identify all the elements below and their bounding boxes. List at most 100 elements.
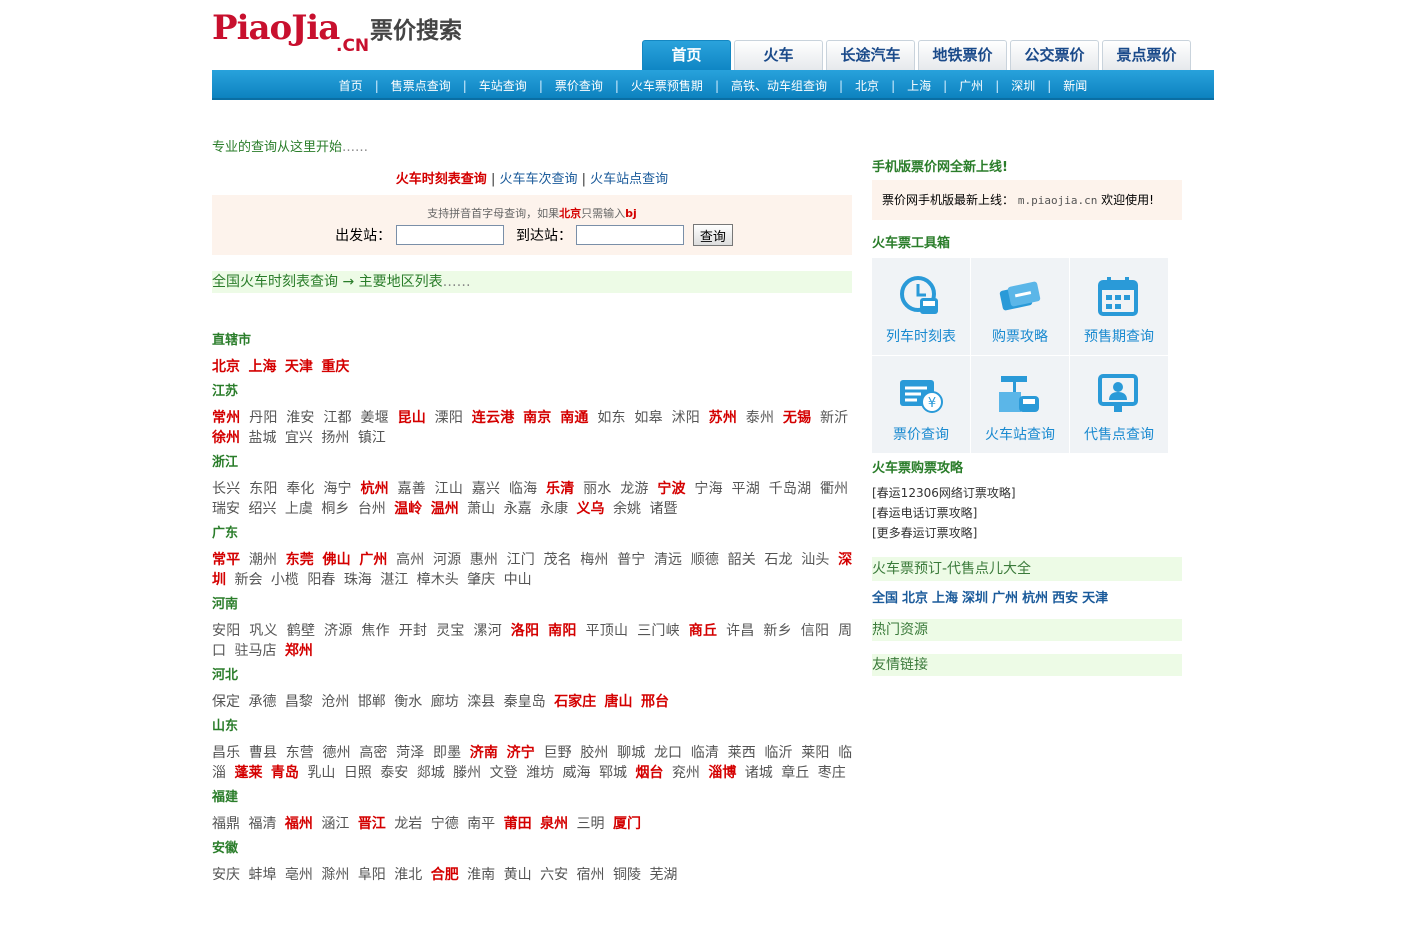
city-link[interactable]: 临海 — [509, 481, 537, 497]
city-link[interactable]: 济源 — [324, 623, 353, 639]
site-logo[interactable]: PiaoJia .CN 票价搜索 — [212, 8, 482, 60]
city-link[interactable]: 龙口 — [654, 745, 682, 761]
city-link[interactable]: 宁海 — [694, 481, 722, 497]
tab-3[interactable]: 地铁票价 — [918, 40, 1007, 70]
city-link[interactable]: 昌黎 — [285, 694, 313, 710]
city-link[interactable]: 巩义 — [249, 623, 278, 639]
city-link[interactable]: 合肥 — [431, 867, 459, 883]
city-link[interactable]: 江门 — [507, 552, 535, 568]
city-link[interactable]: 新乡 — [763, 623, 792, 639]
city-link[interactable]: 海宁 — [323, 481, 351, 497]
subnav-item[interactable]: 火车票预售期 — [623, 79, 711, 93]
city-link[interactable]: 威海 — [563, 765, 591, 781]
city-link[interactable]: 千岛湖 — [769, 481, 812, 497]
city-link[interactable]: 温岭 — [394, 501, 422, 517]
city-link[interactable]: 瑞安 — [212, 501, 240, 517]
subnav-item[interactable]: 首页 — [331, 79, 371, 93]
city-link[interactable]: 枣庄 — [818, 765, 846, 781]
city-link[interactable]: 兖州 — [672, 765, 700, 781]
city-link[interactable]: 洛阳 — [511, 623, 540, 639]
city-link[interactable]: 平顶山 — [585, 623, 628, 639]
city-link[interactable]: 福州 — [285, 816, 313, 832]
tab-station-query[interactable]: 火车站点查询 — [590, 172, 668, 187]
city-link[interactable]: 丽水 — [583, 481, 611, 497]
city-link[interactable]: 泰安 — [380, 765, 408, 781]
city-link[interactable]: 高州 — [396, 552, 424, 568]
city-link[interactable]: 溧阳 — [435, 410, 463, 426]
city-link[interactable]: 重庆 — [321, 359, 349, 375]
city-link[interactable]: 黄山 — [504, 867, 532, 883]
city-link[interactable]: 德州 — [322, 745, 350, 761]
city-link[interactable]: 广州 — [359, 552, 387, 568]
city-link[interactable]: 临清 — [691, 745, 719, 761]
city-link[interactable]: 常平 — [212, 552, 240, 568]
guide-link[interactable]: [春运12306网络订票攻略] — [872, 483, 1182, 503]
subnav-item[interactable]: 新闻 — [1055, 79, 1095, 93]
to-station-input[interactable] — [576, 225, 685, 245]
city-link[interactable]: 滁州 — [321, 867, 349, 883]
agent-city-link[interactable]: 杭州 — [1022, 591, 1048, 606]
city-link[interactable]: 章丘 — [781, 765, 809, 781]
city-link[interactable]: 焦作 — [361, 623, 390, 639]
city-link[interactable]: 潍坊 — [526, 765, 554, 781]
city-link[interactable]: 烟台 — [635, 765, 663, 781]
city-link[interactable]: 天津 — [285, 359, 313, 375]
city-link[interactable]: 胶州 — [580, 745, 608, 761]
city-link[interactable]: 东阳 — [249, 481, 277, 497]
city-link[interactable]: 福清 — [248, 816, 276, 832]
city-link[interactable]: 安庆 — [212, 867, 240, 883]
city-link[interactable]: 连云港 — [472, 410, 515, 426]
city-link[interactable]: 江都 — [323, 410, 351, 426]
agent-city-link[interactable]: 深圳 — [962, 591, 988, 606]
tab-train-number-query[interactable]: 火车车次查询 — [499, 172, 577, 187]
mobile-site-link[interactable]: m.piaojia.cn — [1018, 194, 1097, 207]
city-link[interactable]: 肇庆 — [467, 572, 495, 588]
city-link[interactable]: 福鼎 — [212, 816, 240, 832]
city-link[interactable]: 镇江 — [358, 430, 386, 446]
city-link[interactable]: 郑州 — [285, 643, 313, 659]
city-link[interactable]: 蓬莱 — [234, 765, 262, 781]
city-link[interactable]: 佛山 — [322, 552, 350, 568]
subnav-item[interactable]: 高铁、动车组查询 — [723, 79, 835, 93]
tab-4[interactable]: 公交票价 — [1010, 40, 1099, 70]
city-link[interactable]: 莱西 — [728, 745, 756, 761]
city-link[interactable]: 安阳 — [212, 623, 241, 639]
city-link[interactable]: 如皋 — [634, 410, 662, 426]
city-link[interactable]: 邯郸 — [358, 694, 386, 710]
city-link[interactable]: 普宁 — [617, 552, 645, 568]
city-link[interactable]: 北京 — [212, 359, 240, 375]
city-link[interactable]: 蚌埠 — [248, 867, 276, 883]
city-link[interactable]: 石龙 — [764, 552, 792, 568]
city-link[interactable]: 临沂 — [764, 745, 792, 761]
city-link[interactable]: 永康 — [540, 501, 568, 517]
city-link[interactable]: 沧州 — [321, 694, 349, 710]
city-link[interactable]: 小榄 — [271, 572, 299, 588]
city-link[interactable]: 六安 — [540, 867, 568, 883]
city-link[interactable]: 常州 — [212, 410, 240, 426]
city-link[interactable]: 芜湖 — [649, 867, 677, 883]
city-link[interactable]: 桐乡 — [321, 501, 349, 517]
tool-station[interactable]: 火车站查询 — [971, 356, 1069, 453]
subnav-item[interactable]: 北京 — [847, 79, 887, 93]
city-link[interactable]: 昆山 — [398, 410, 426, 426]
city-link[interactable]: 亳州 — [285, 867, 313, 883]
search-button[interactable]: 查询 — [692, 224, 733, 246]
city-link[interactable]: 日照 — [344, 765, 372, 781]
tab-1[interactable]: 火车 — [734, 40, 823, 70]
subnav-item[interactable]: 票价查询 — [547, 79, 611, 93]
city-link[interactable]: 上虞 — [285, 501, 313, 517]
city-link[interactable]: 厦门 — [613, 816, 641, 832]
city-link[interactable]: 秦皇岛 — [504, 694, 546, 710]
agent-city-link[interactable]: 北京 — [902, 591, 928, 606]
city-link[interactable]: 杭州 — [360, 481, 388, 497]
city-link[interactable]: 乳山 — [307, 765, 335, 781]
tab-0[interactable]: 首页 — [642, 40, 731, 70]
agent-city-link[interactable]: 天津 — [1082, 591, 1108, 606]
guide-link[interactable]: [春运电话订票攻略] — [872, 503, 1182, 523]
city-link[interactable]: 苏州 — [709, 410, 737, 426]
city-link[interactable]: 即墨 — [433, 745, 461, 761]
from-station-input[interactable] — [395, 225, 504, 245]
city-link[interactable]: 姜堰 — [360, 410, 388, 426]
city-link[interactable]: 曹县 — [249, 745, 277, 761]
city-link[interactable]: 鹤壁 — [287, 623, 316, 639]
